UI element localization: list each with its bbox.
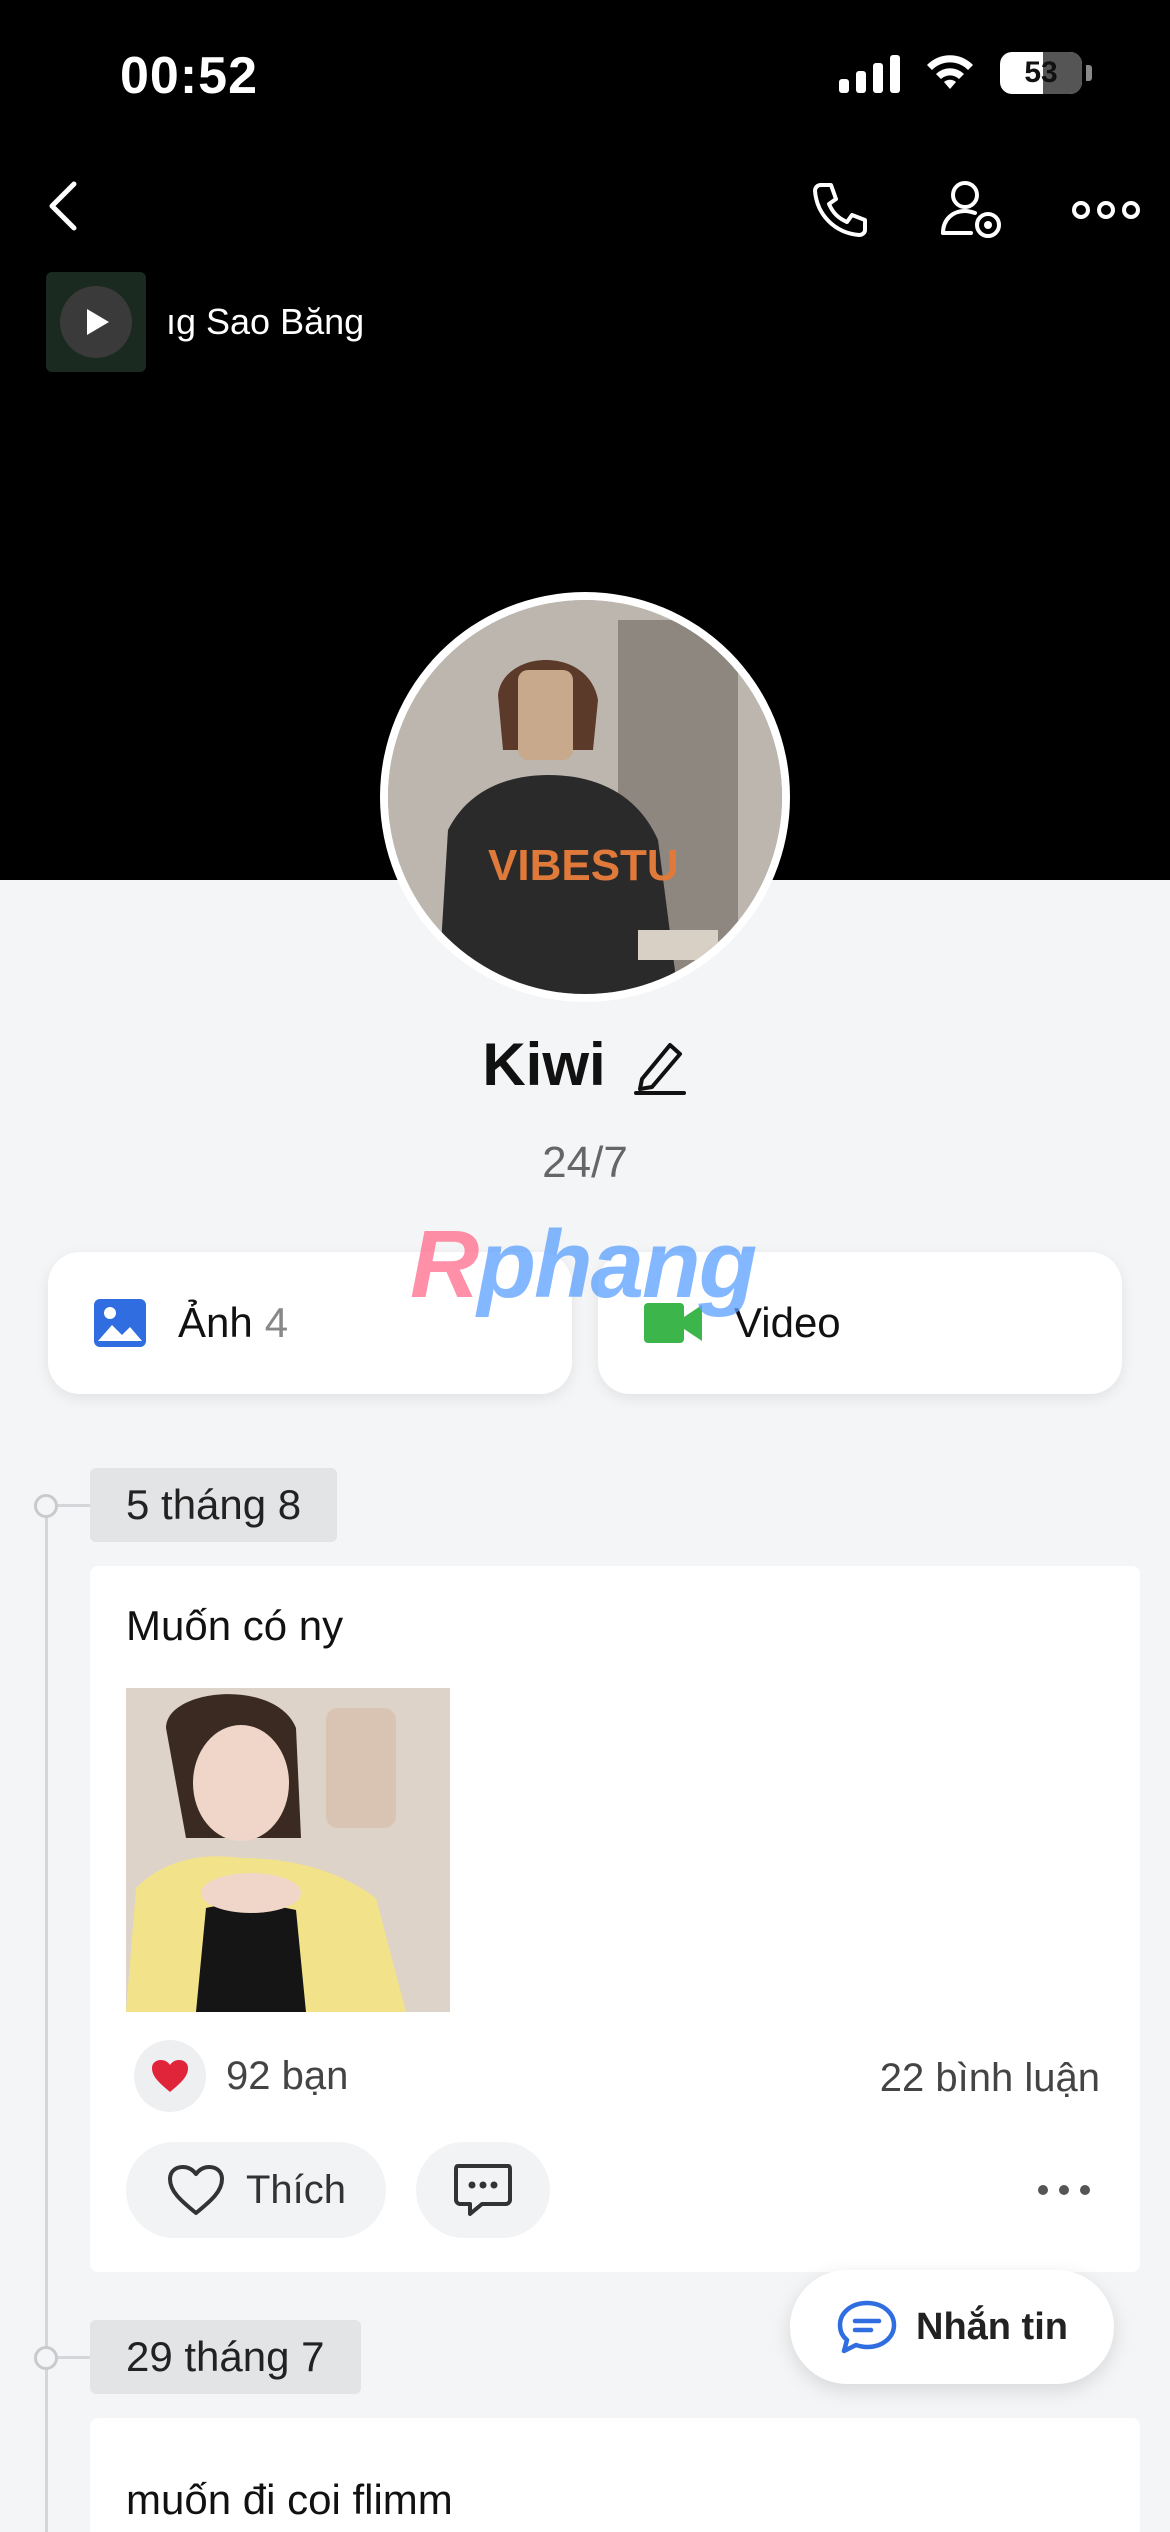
date-pill: 29 tháng 7 bbox=[90, 2320, 361, 2394]
comment-button[interactable] bbox=[416, 2142, 550, 2238]
comment-icon bbox=[454, 2164, 512, 2216]
phone-icon bbox=[813, 183, 867, 237]
post-text: Muốn có ny bbox=[126, 1602, 344, 1649]
post-card[interactable]: muốn đi coi flimm bbox=[90, 2418, 1140, 2532]
comment-count[interactable]: 22 bình luận bbox=[880, 2056, 1100, 2101]
play-icon bbox=[87, 309, 109, 335]
photo-icon bbox=[94, 1299, 146, 1347]
back-icon bbox=[49, 181, 77, 231]
reaction-summary[interactable]: 92 bạn bbox=[134, 2040, 348, 2112]
post-more-button[interactable] bbox=[1024, 2162, 1104, 2218]
profile-bio: 24/7 bbox=[542, 1138, 628, 1187]
pencil-icon[interactable] bbox=[632, 1035, 688, 1095]
watermark-logo: Rphang bbox=[410, 1211, 757, 1318]
heart-icon bbox=[152, 2060, 188, 2092]
reaction-count: 92 bạn bbox=[226, 2053, 349, 2098]
heart-outline-icon bbox=[167, 2165, 224, 2215]
like-button[interactable]: Thích bbox=[126, 2142, 386, 2238]
profile-settings-button[interactable] bbox=[932, 170, 1012, 250]
user-settings-icon bbox=[941, 181, 1001, 238]
status-time: 00:52 bbox=[120, 47, 258, 105]
post-text: muốn đi coi flimm bbox=[126, 2476, 453, 2523]
avatar[interactable]: VIBESTU bbox=[380, 592, 790, 1002]
chat-bubble-icon bbox=[837, 2300, 897, 2354]
profile-name: Kiwi bbox=[482, 1031, 606, 1098]
timeline-tick bbox=[58, 2356, 92, 2359]
cellular-signal-icon bbox=[839, 53, 900, 93]
profile-name-row: Kiwi bbox=[0, 1030, 1170, 1099]
status-bar: 00:52 53 bbox=[0, 0, 1170, 150]
date-pill: 5 tháng 8 bbox=[90, 1468, 338, 1542]
timeline-line bbox=[45, 1504, 48, 2532]
like-label: Thích bbox=[245, 2167, 347, 2212]
music-thumbnail bbox=[46, 272, 146, 372]
svg-text:VIBESTU: VIBESTU bbox=[488, 841, 679, 890]
call-button[interactable] bbox=[800, 170, 880, 250]
battery-icon: 53 bbox=[1000, 52, 1082, 94]
status-icons: 53 bbox=[839, 52, 1092, 94]
send-message-label: Nhắn tin bbox=[916, 2305, 1068, 2348]
back-button[interactable] bbox=[36, 176, 96, 236]
more-icon bbox=[1072, 201, 1140, 219]
photos-count: 4 bbox=[264, 1299, 289, 1346]
more-horizontal-icon bbox=[1038, 2185, 1090, 2195]
music-play-button[interactable] bbox=[60, 286, 132, 358]
timeline-dot bbox=[34, 1494, 58, 1518]
wifi-icon bbox=[927, 55, 973, 89]
post-image[interactable] bbox=[126, 1688, 450, 2012]
send-message-button[interactable]: Nhắn tin bbox=[790, 2270, 1114, 2384]
profile-music[interactable]: ıg Sao Băng bbox=[46, 272, 426, 372]
battery-level: 53 bbox=[1024, 56, 1058, 89]
timeline-tick bbox=[58, 1504, 92, 1507]
timeline-dot bbox=[34, 2346, 58, 2370]
heart-reaction-bubble bbox=[134, 2040, 206, 2112]
post-photo bbox=[126, 1688, 450, 2012]
photos-label: Ảnh bbox=[178, 1299, 253, 1346]
music-title: ıg Sao Băng bbox=[166, 301, 365, 342]
post-card[interactable]: Muốn có ny 92 bạn 22 bình luận Thích bbox=[90, 1566, 1140, 2272]
more-options-button[interactable] bbox=[1066, 170, 1146, 250]
avatar-photo: VIBESTU bbox=[388, 600, 782, 994]
